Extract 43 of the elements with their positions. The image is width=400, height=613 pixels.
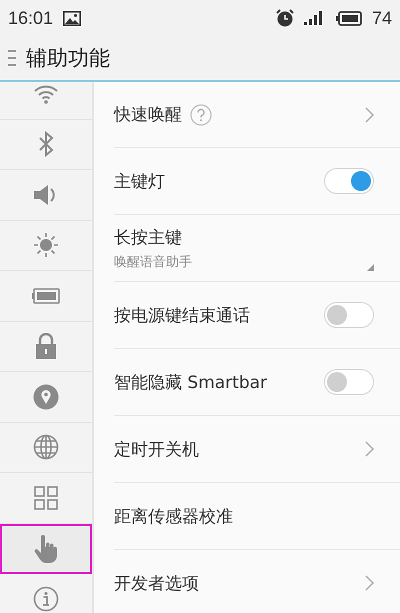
location-pin-icon: [33, 384, 59, 410]
bluetooth-icon: [38, 131, 54, 158]
settings-row[interactable]: 按电源键结束通话: [114, 282, 400, 349]
battery-icon: [32, 288, 60, 304]
battery-percent: 74: [372, 8, 392, 28]
sidebar-item[interactable]: [0, 524, 92, 574]
toggle-switch[interactable]: [324, 168, 374, 194]
chevron-right-icon: [365, 575, 374, 591]
help-icon[interactable]: [190, 104, 212, 126]
setting-label: 按电源键结束通话: [114, 304, 250, 326]
menu-icon[interactable]: [8, 49, 16, 67]
chevron-right-icon: [365, 441, 374, 457]
setting-value: 唤醒语音助手: [114, 254, 192, 270]
settings-row[interactable]: 定时开关机: [114, 416, 400, 483]
image-notification-icon: [63, 10, 82, 26]
dropdown-corner-icon: [367, 264, 374, 271]
wifi-icon: [33, 84, 59, 104]
setting-label: 开发者选项: [114, 572, 199, 594]
settings-row[interactable]: 快速唤醒: [114, 82, 400, 148]
settings-row[interactable]: 开发者选项: [114, 550, 400, 613]
alarm-icon: [276, 9, 294, 27]
page-title: 辅助功能: [26, 45, 110, 72]
hand-pointer-icon: [34, 534, 58, 563]
chevron-right-icon: [365, 106, 374, 122]
setting-label: 定时开关机: [114, 438, 199, 460]
settings-row[interactable]: 距离传感器校准: [114, 483, 400, 550]
setting-label: 长按主键: [114, 226, 182, 248]
clock-time: 16:01: [8, 8, 54, 28]
info-icon: [33, 586, 59, 612]
grid-icon: [34, 486, 58, 510]
settings-row[interactable]: 主键灯: [114, 148, 400, 215]
settings-row[interactable]: 智能隐藏 Smartbar: [114, 349, 400, 416]
setting-label: 距离传感器校准: [114, 506, 233, 528]
sun-icon: [33, 232, 59, 258]
setting-label: 智能隐藏 Smartbar: [114, 372, 268, 394]
toggle-switch[interactable]: [324, 369, 374, 395]
setting-label: 快速唤醒: [114, 104, 182, 126]
setting-label: 主键灯: [114, 170, 165, 192]
globe-icon: [33, 434, 59, 460]
toggle-switch[interactable]: [324, 302, 374, 328]
battery-status-icon: [336, 10, 362, 26]
lock-icon: [35, 333, 57, 360]
settings-row[interactable]: 长按主键 唤醒语音助手: [114, 215, 400, 282]
